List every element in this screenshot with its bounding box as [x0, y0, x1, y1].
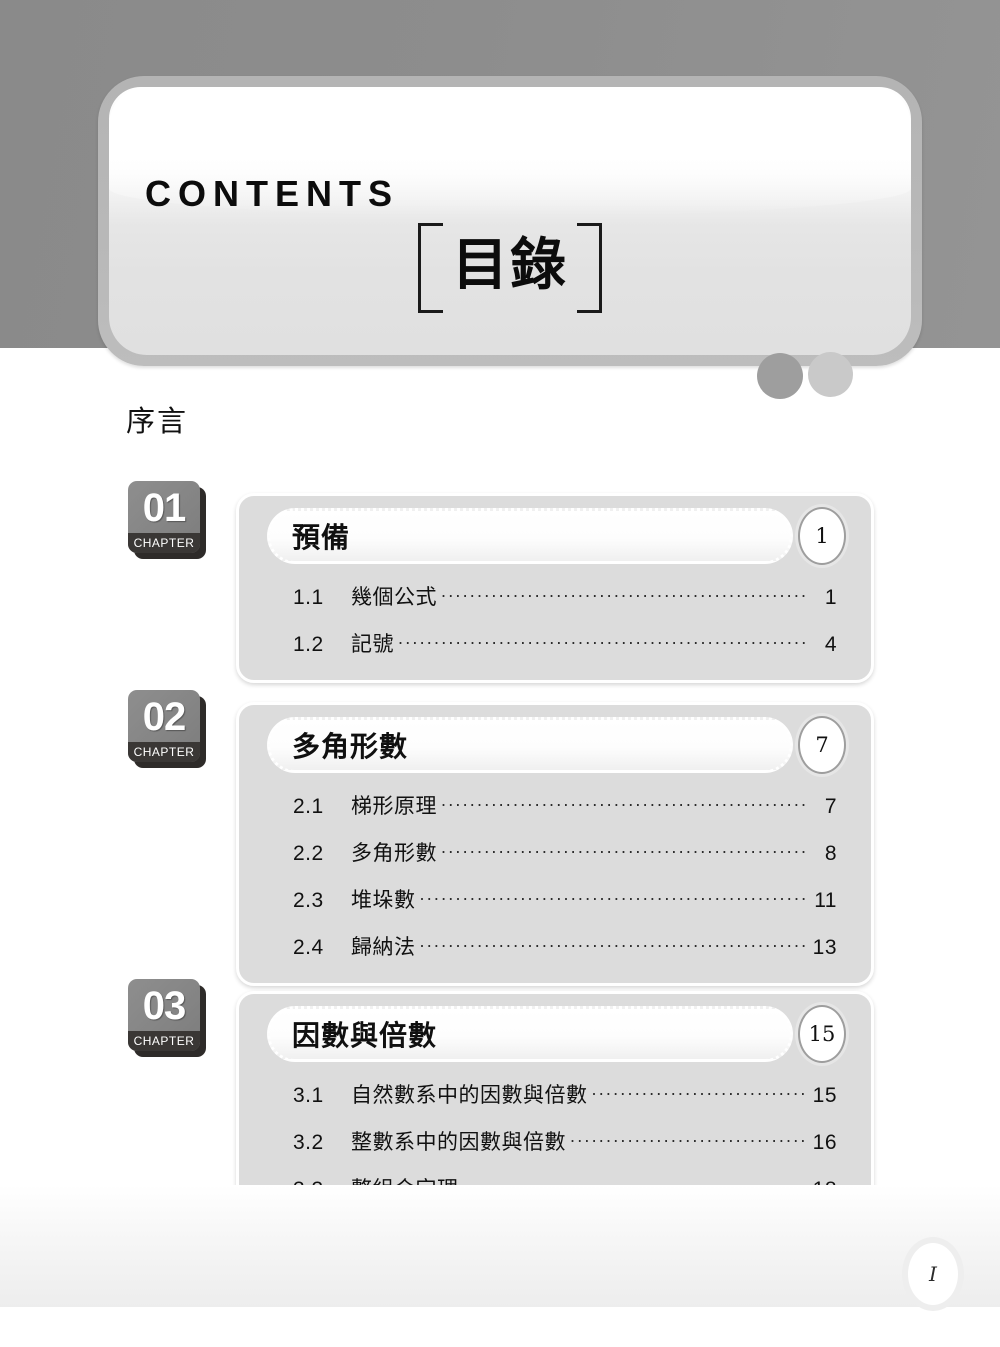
- section-title: 堆垛數: [351, 889, 416, 912]
- section-row[interactable]: 2.1 梯形原理 7: [293, 781, 837, 828]
- section-list-01: 1.1 幾個公式 1 1.2 記號 4: [259, 572, 851, 666]
- dot-leader: [441, 839, 809, 860]
- dot-leader: [592, 1081, 810, 1102]
- page-folio-number: I: [929, 1262, 937, 1286]
- chapter-badge-03: 03 CHAPTER: [128, 979, 206, 1057]
- section-title: 記號: [351, 633, 394, 656]
- chapter-title: 多角形數: [292, 730, 409, 763]
- section-row[interactable]: 2.3 堆垛數 11: [293, 875, 837, 922]
- chapter-panel-02: 多角形數 7 2.1 梯形原理 7 2.2 多角形數 8 2.3: [236, 702, 874, 986]
- chapter-title-bar-01[interactable]: 預備 1: [267, 507, 846, 565]
- section-row[interactable]: 1.2 記號 4: [293, 619, 837, 666]
- section-number: 3.2: [293, 1131, 324, 1154]
- bracket-right-icon: [577, 223, 602, 313]
- section-title: 多角形數: [351, 842, 437, 865]
- section-number: 2.4: [293, 936, 324, 959]
- badge-chapter-label: CHAPTER: [128, 1031, 200, 1051]
- badge-body: 02 CHAPTER: [128, 690, 200, 762]
- chapter-panel-01: 預備 1 1.1 幾個公式 1 1.2 記號 4: [236, 493, 874, 683]
- section-page: 16: [812, 1131, 837, 1154]
- dot-leader: [570, 1128, 809, 1149]
- section-row[interactable]: 3.1 自然數系中的因數與倍數 15: [293, 1070, 837, 1117]
- chapter-badge-01: 01 CHAPTER: [128, 481, 206, 559]
- section-row[interactable]: 1.1 幾個公式 1: [293, 572, 837, 619]
- badge-number: 01: [142, 486, 187, 530]
- section-page: 11: [814, 889, 837, 912]
- section-title: 整數系中的因數與倍數: [351, 1131, 566, 1154]
- dot-leader: [420, 933, 810, 954]
- chapter-title: 預備: [292, 521, 351, 554]
- section-page: 4: [824, 633, 837, 656]
- toc-page: CONTENTS 目錄 序言 01 CHAPTER 預備 1 1.1 幾個公式 …: [0, 0, 1000, 1347]
- page-folio: I: [902, 1237, 964, 1311]
- section-title: 歸納法: [351, 936, 416, 959]
- badge-number: 03: [142, 984, 187, 1028]
- section-page: 8: [824, 842, 837, 865]
- section-page: 13: [812, 936, 837, 959]
- section-number: 1.2: [293, 633, 324, 656]
- badge-body: 01 CHAPTER: [128, 481, 200, 553]
- preface-entry[interactable]: 序言: [126, 398, 188, 440]
- section-number: 2.1: [293, 795, 324, 818]
- chapter-title-bar-02[interactable]: 多角形數 7: [267, 716, 846, 774]
- chapter-title: 因數與倍數: [292, 1019, 438, 1052]
- section-title: 幾個公式: [351, 586, 437, 609]
- header-inner-panel: CONTENTS 目錄: [109, 87, 911, 355]
- decorative-dot-dark-icon: [757, 353, 803, 399]
- dot-leader: [420, 886, 810, 907]
- badge-body: 03 CHAPTER: [128, 979, 200, 1051]
- section-list-02: 2.1 梯形原理 7 2.2 多角形數 8 2.3 堆垛數 11: [259, 781, 851, 969]
- section-row[interactable]: 3.2 整數系中的因數與倍數 16: [293, 1117, 837, 1164]
- section-title: 自然數系中的因數與倍數: [351, 1084, 588, 1107]
- toc-title-bracketed: 目錄: [418, 223, 602, 313]
- section-number: 1.1: [293, 586, 324, 609]
- section-number: 2.2: [293, 842, 324, 865]
- section-row[interactable]: 2.4 歸納法 13: [293, 922, 837, 969]
- section-page: 1: [824, 586, 837, 609]
- dot-leader: [398, 630, 809, 651]
- section-page: 7: [824, 795, 837, 818]
- footer-band: [0, 1185, 1000, 1307]
- badge-chapter-label: CHAPTER: [128, 742, 200, 762]
- toc-title-cjk: 目錄: [452, 232, 568, 298]
- contents-wordmark: CONTENTS: [145, 173, 399, 214]
- header-frame: CONTENTS 目錄: [98, 76, 922, 366]
- chapter-start-page: 15: [798, 1005, 846, 1063]
- badge-number: 02: [142, 695, 187, 739]
- bracket-left-icon: [418, 223, 443, 313]
- section-page: 15: [812, 1084, 837, 1107]
- badge-chapter-label: CHAPTER: [128, 533, 200, 553]
- decorative-dot-light-icon: [808, 352, 853, 397]
- section-row[interactable]: 2.2 多角形數 8: [293, 828, 837, 875]
- toc-title-group: 目錄: [109, 223, 911, 313]
- dot-leader: [441, 583, 809, 604]
- chapter-badge-02: 02 CHAPTER: [128, 690, 206, 768]
- section-number: 3.1: [293, 1084, 324, 1107]
- chapter-start-page: 7: [798, 716, 846, 774]
- section-title: 梯形原理: [351, 795, 437, 818]
- chapter-start-page: 1: [798, 507, 846, 565]
- section-number: 2.3: [293, 889, 324, 912]
- chapter-title-bar-03[interactable]: 因數與倍數 15: [267, 1005, 846, 1063]
- dot-leader: [441, 792, 809, 813]
